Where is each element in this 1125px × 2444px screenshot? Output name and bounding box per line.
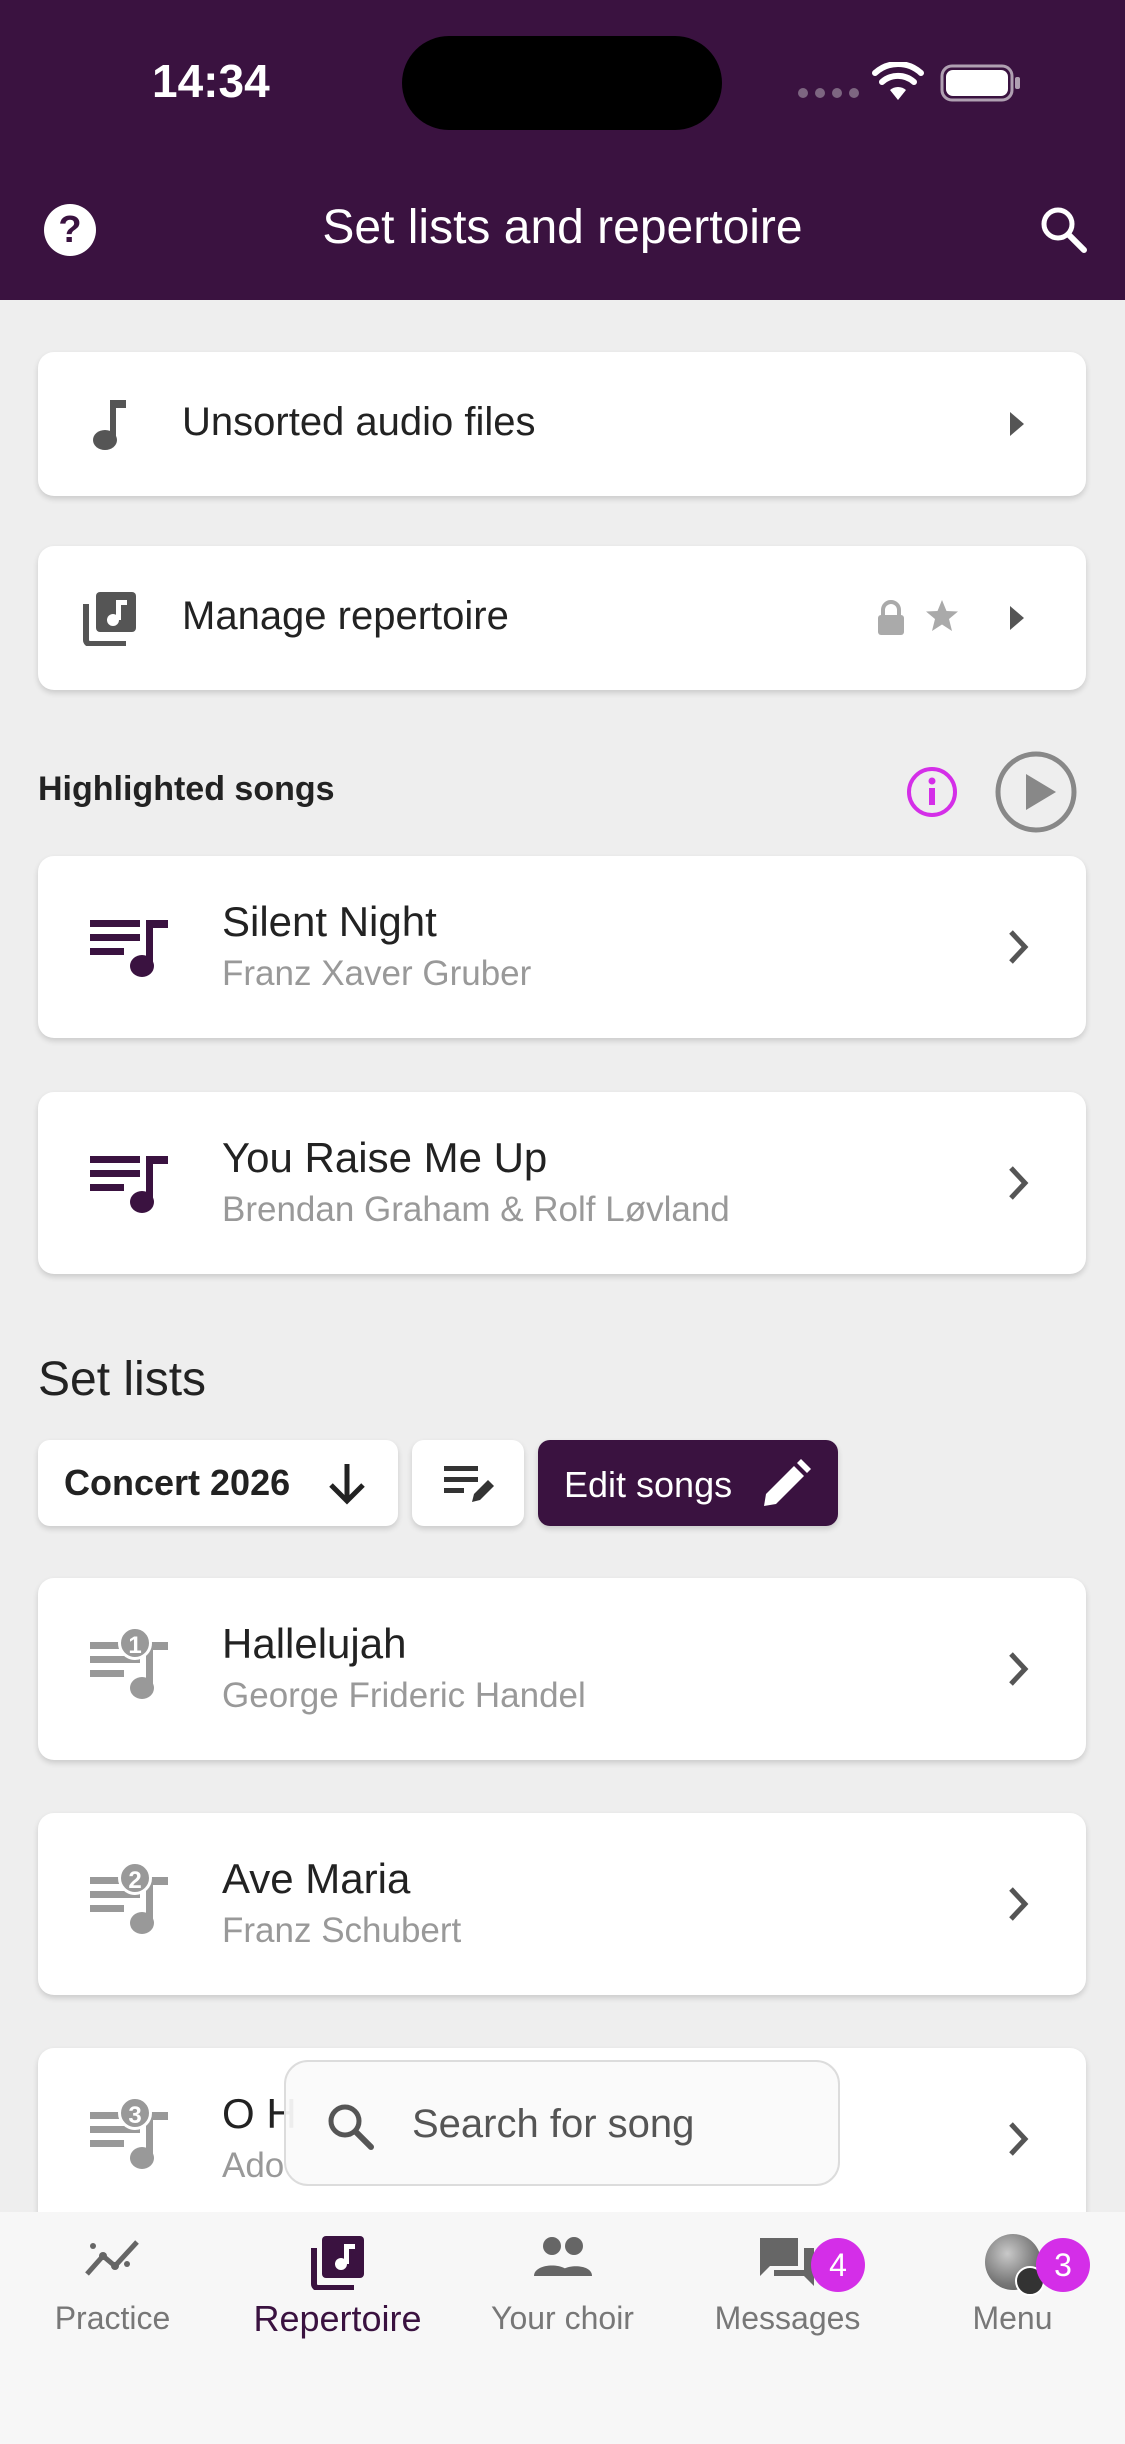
nav-label: Repertoire	[253, 2298, 422, 2339]
unsorted-audio-files-label: Unsorted audio files	[182, 400, 536, 444]
edit-setlist-button[interactable]	[412, 1440, 524, 1526]
queue-music-icon	[90, 1156, 168, 1213]
highlighted-songs-title: Highlighted songs	[38, 770, 335, 808]
nav-practice[interactable]: Practice	[0, 2212, 225, 2352]
unsorted-audio-files-row[interactable]: Unsorted audio files	[38, 352, 1086, 496]
search-placeholder: Search for song	[412, 2102, 695, 2146]
people-icon	[533, 2237, 592, 2276]
search-icon	[328, 2104, 374, 2150]
song-number-badge: 2	[118, 1861, 152, 1895]
highlighted-song-item[interactable]: Silent Night Franz Xaver Gruber	[38, 856, 1086, 1038]
manage-repertoire-row[interactable]: Manage repertoire	[38, 546, 1086, 690]
queue-music-icon	[90, 920, 168, 977]
chevron-right-icon	[1009, 1652, 1029, 1686]
practice-chart-icon	[84, 2240, 139, 2276]
menu-badge: 3	[1036, 2238, 1090, 2292]
setlist-song-item[interactable]: 2 Ave Maria Franz Schubert	[38, 1813, 1086, 1995]
highlighted-song-item[interactable]: You Raise Me Up Brendan Graham & Rolf Lø…	[38, 1092, 1086, 1274]
chevron-right-icon	[1009, 1166, 1029, 1200]
cellular-signal-icon	[798, 88, 859, 98]
song-title: Ave Maria	[222, 1855, 411, 1902]
manage-repertoire-label: Manage repertoire	[182, 594, 509, 638]
song-title: Hallelujah	[222, 1620, 407, 1667]
nav-label: Your choir	[491, 2300, 634, 2336]
chevron-right-icon	[1009, 1887, 1029, 1921]
nav-label: Practice	[54, 2300, 171, 2336]
page-title: Set lists and repertoire	[322, 201, 803, 254]
play-icon[interactable]	[994, 750, 1078, 834]
music-note-icon	[93, 400, 126, 450]
app-header: 14:34 ? Set lists and repertoire	[0, 0, 1125, 300]
set-lists-title: Set lists	[38, 1353, 207, 1406]
search-icon[interactable]	[1038, 204, 1088, 254]
edit-list-icon	[444, 1466, 494, 1502]
song-title: You Raise Me Up	[222, 1134, 548, 1181]
song-search-bar[interactable]: Search for song	[284, 2060, 840, 2186]
song-composer: George Frideric Handel	[222, 1676, 586, 1715]
nav-menu[interactable]: 3 Menu	[900, 2212, 1125, 2352]
nav-messages[interactable]: 4 Messages	[675, 2212, 900, 2352]
chat-icon	[759, 2238, 814, 2286]
pencil-icon	[764, 1459, 811, 1506]
edit-songs-label: Edit songs	[564, 1464, 733, 1505]
nav-label: Messages	[714, 2300, 861, 2336]
edit-songs-button[interactable]: Edit songs	[538, 1440, 838, 1526]
star-icon	[926, 600, 958, 631]
status-time: 14:34	[152, 55, 270, 107]
song-composer: Ado	[222, 2146, 285, 2185]
avatar	[984, 2234, 1045, 2296]
bottom-navigation: Practice Repertoire Your choir 4 Message…	[0, 2212, 1125, 2444]
chevron-right-icon	[1009, 2122, 1029, 2156]
setlist-song-item[interactable]: 1 Hallelujah George Frideric Handel	[38, 1578, 1086, 1760]
song-number-badge: 1	[118, 1626, 152, 1660]
song-composer: Franz Schubert	[222, 1911, 462, 1950]
setlist-selector-label: Concert 2026	[64, 1462, 291, 1503]
song-number-badge: 3	[118, 2096, 152, 2130]
dynamic-island	[402, 36, 722, 130]
caret-right-icon	[1010, 606, 1024, 630]
setlist-selector[interactable]: Concert 2026	[38, 1440, 398, 1526]
nav-repertoire[interactable]: Repertoire	[225, 2212, 450, 2352]
song-title: Silent Night	[222, 898, 437, 945]
caret-right-icon	[1010, 412, 1024, 436]
messages-badge: 4	[811, 2238, 865, 2292]
lock-icon	[878, 600, 904, 635]
wifi-icon	[872, 62, 924, 100]
battery-icon	[940, 64, 1020, 102]
library-music-icon	[83, 592, 136, 646]
repertoire-icon	[310, 2236, 364, 2290]
arrow-down-icon	[329, 1464, 365, 1505]
nav-label: Menu	[972, 2300, 1053, 2336]
chevron-right-icon	[1009, 930, 1029, 964]
song-composer: Franz Xaver Gruber	[222, 954, 532, 993]
info-icon[interactable]	[906, 766, 958, 818]
song-composer: Brendan Graham & Rolf Løvland	[222, 1190, 730, 1229]
nav-your-choir[interactable]: Your choir	[450, 2212, 675, 2352]
